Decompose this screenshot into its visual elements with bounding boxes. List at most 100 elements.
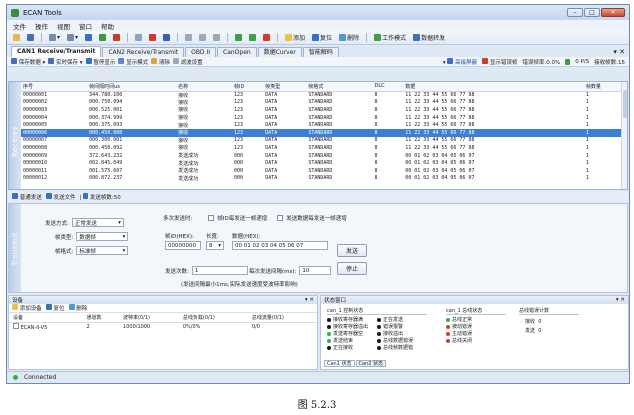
table-row[interactable]: 00000005 000.375.093 接收 123 DATA STANDARD 8 11 … xyxy=(21,121,627,129)
table-row[interactable]: 00000002 000.750.094 接收 123 DATA STANDARD 8 11 … xyxy=(21,99,627,107)
tab-decode[interactable]: 智能解码 xyxy=(302,47,339,57)
reset-button[interactable]: 复位 xyxy=(310,32,334,43)
paste-button[interactable] xyxy=(197,32,208,43)
pause-display-button[interactable]: 暂停显示 xyxy=(85,57,115,66)
table-row[interactable]: 00000007 000.300.001 接收 123 DATA STANDARD 8 11 … xyxy=(21,137,627,145)
inc-data-checkbox[interactable] xyxy=(277,215,284,221)
tab-can1[interactable]: CAN1 Receive/Transmit xyxy=(11,46,102,57)
ctrl-status-row: 接收寄存器满 正在发送 xyxy=(327,316,427,323)
frame-format-select[interactable]: 标准帧 ▾ xyxy=(76,246,129,255)
tab-can2-status[interactable]: Can2 状态 xyxy=(355,360,386,367)
channel-select-button[interactable]: ▾ xyxy=(65,32,80,43)
plus-button[interactable] xyxy=(247,32,258,43)
column-header[interactable]: 序号 xyxy=(21,82,88,92)
table-row[interactable]: 00000011 001.575.607 发送成功 000 DATA STANDARD 8 0… xyxy=(21,167,627,175)
save-data-button[interactable]: 保存数据 ▾ xyxy=(11,57,45,66)
table-row[interactable]: 00000004 000.374.999 接收 123 DATA STANDARD 8 11 … xyxy=(21,114,627,122)
normal-send-tab[interactable]: 普通发送 xyxy=(12,192,42,201)
table-cell: 8 xyxy=(374,167,378,174)
link-button[interactable] xyxy=(233,32,244,43)
minimize-button[interactable]: – xyxy=(567,8,583,17)
receive-scrollbar[interactable] xyxy=(621,82,627,189)
adv-filter-button[interactable]: ▾ 高级屏蔽 xyxy=(443,57,477,66)
menu-view[interactable]: 视图 xyxy=(57,21,70,31)
column-header[interactable]: 帧类型 xyxy=(263,82,307,92)
column-header[interactable]: 帧ID xyxy=(231,82,264,92)
delete-x-button[interactable] xyxy=(147,32,158,43)
device-row[interactable]: ECAN-II-V5 2 1000/1000 0%/0% 0/0 xyxy=(9,322,317,332)
column-header[interactable]: DLC xyxy=(372,82,404,92)
copy-button[interactable] xyxy=(133,32,144,43)
device-select-button[interactable]: ▾ xyxy=(47,32,62,43)
send-times-input[interactable]: 1 xyxy=(191,266,248,275)
frame-type-select[interactable]: 数据帧 ▾ xyxy=(76,232,129,241)
start-button[interactable] xyxy=(97,32,108,43)
panel-close-icon[interactable]: ▾ ✕ xyxy=(305,297,314,303)
tab-canopen[interactable]: CanOpen xyxy=(217,47,257,57)
device-panel-title: 设备 xyxy=(12,298,24,304)
show-errors-label: 显示错误帧 xyxy=(489,59,518,66)
column-header[interactable]: 帧间隔时间us xyxy=(87,82,177,92)
stop-send-button[interactable]: 停止 xyxy=(337,262,367,275)
save-button[interactable] xyxy=(25,32,36,43)
stop-button[interactable] xyxy=(111,32,122,43)
device-checkbox[interactable] xyxy=(13,323,19,330)
table-row[interactable]: 00000003 000.525.001 接收 123 DATA STANDARD 8 11 … xyxy=(21,106,627,114)
inc-id-checkbox[interactable] xyxy=(208,215,215,221)
send-mode-select[interactable]: 正常发送 ▾ xyxy=(71,218,124,227)
menu-operation[interactable]: 操作 xyxy=(35,21,48,31)
table-cell: DATA xyxy=(265,137,278,144)
tab-obd[interactable]: OBD II xyxy=(185,47,216,57)
frame-id-input[interactable]: 00000000 xyxy=(165,241,201,250)
display-mode-icon xyxy=(118,57,125,64)
filter-tool-button[interactable] xyxy=(211,32,222,43)
table-row[interactable]: 00000009 372.643.232 发送成功 000 DATA STANDARD 8 0… xyxy=(21,152,627,160)
length-select[interactable]: 8 ▾ xyxy=(206,241,224,250)
column-header[interactable]: 帧格式 xyxy=(306,82,373,92)
open-button[interactable] xyxy=(11,32,22,43)
table-cell: 344.780.100 xyxy=(89,92,123,99)
delete-device-button[interactable]: 删除 xyxy=(68,304,87,312)
frame-id-label: 帧ID(HEX): xyxy=(165,234,194,240)
column-header[interactable]: 名称 xyxy=(176,82,232,92)
table-row[interactable]: 00000006 000.450.000 接收 123 DATA STANDARD 8 11 … xyxy=(21,128,627,137)
workmode-button[interactable]: 工作模式 xyxy=(372,32,408,43)
table-row[interactable]: 00000008 000.450.092 接收 123 DATA STANDARD 8 11 … xyxy=(21,144,627,152)
clear-x-button[interactable] xyxy=(161,32,172,43)
send-times-field: 发送次数: 1 xyxy=(165,266,248,275)
reset-device-button[interactable]: 复位 xyxy=(45,304,65,312)
table-row[interactable]: 00000001 344.780.100 接收 123 DATA STANDARD 8 11 … xyxy=(21,91,627,99)
maximize-button[interactable]: □ xyxy=(584,8,600,17)
column-header[interactable]: 数据 xyxy=(403,82,584,92)
add-device-button[interactable]: 添加设备 xyxy=(12,304,42,312)
add-button[interactable]: 添加 xyxy=(283,32,307,43)
minus-button[interactable] xyxy=(261,32,272,43)
chevron-down-icon: ▾ xyxy=(122,233,126,240)
panel-close-icon[interactable]: ▾ ✕ xyxy=(616,297,625,303)
table-cell: 发送成功 xyxy=(178,153,199,160)
send-button[interactable]: 发送 xyxy=(337,244,367,257)
delete-button[interactable]: 删除 xyxy=(337,32,361,43)
tab-close-icon[interactable]: ▾ ✕ xyxy=(613,47,625,57)
close-button[interactable]: ✕ xyxy=(601,8,625,17)
interval-input[interactable]: 10 xyxy=(299,266,332,275)
scroll-thumb[interactable] xyxy=(623,90,627,118)
table-row[interactable]: 00000012 000.872.237 发送成功 000 DATA STANDARD 8 0… xyxy=(21,175,627,183)
tab-can2[interactable]: CAN2 Receive/Transmit xyxy=(102,47,185,57)
table-row[interactable]: 00000010 002.845.049 发送成功 000 DATA STANDARD 8 0… xyxy=(21,159,627,167)
show-errors-button[interactable]: 显示错误帧 xyxy=(482,57,518,66)
menu-file[interactable]: 文件 xyxy=(13,21,26,31)
menu-window[interactable]: 窗口 xyxy=(79,21,92,31)
tab-curver[interactable]: 数据Curver xyxy=(257,47,302,57)
filter-button[interactable]: 滤波设置 xyxy=(172,57,203,66)
forward-button[interactable]: 数据转发 xyxy=(411,32,447,43)
data-input[interactable]: 00 01 02 03 04 05 06 07 xyxy=(232,241,328,250)
display-mode-button[interactable]: 显示模式 xyxy=(118,57,148,66)
pause-button[interactable] xyxy=(83,32,94,43)
menu-help[interactable]: 帮助 xyxy=(101,21,114,31)
cut-button[interactable] xyxy=(183,32,194,43)
realtime-save-button[interactable]: 实时保存 ▾ xyxy=(48,57,83,66)
tab-can1-status[interactable]: Can1 状态 xyxy=(324,360,355,367)
clear-button[interactable]: 清除 xyxy=(151,57,170,66)
file-send-tab[interactable]: 发送文件 xyxy=(45,192,76,201)
